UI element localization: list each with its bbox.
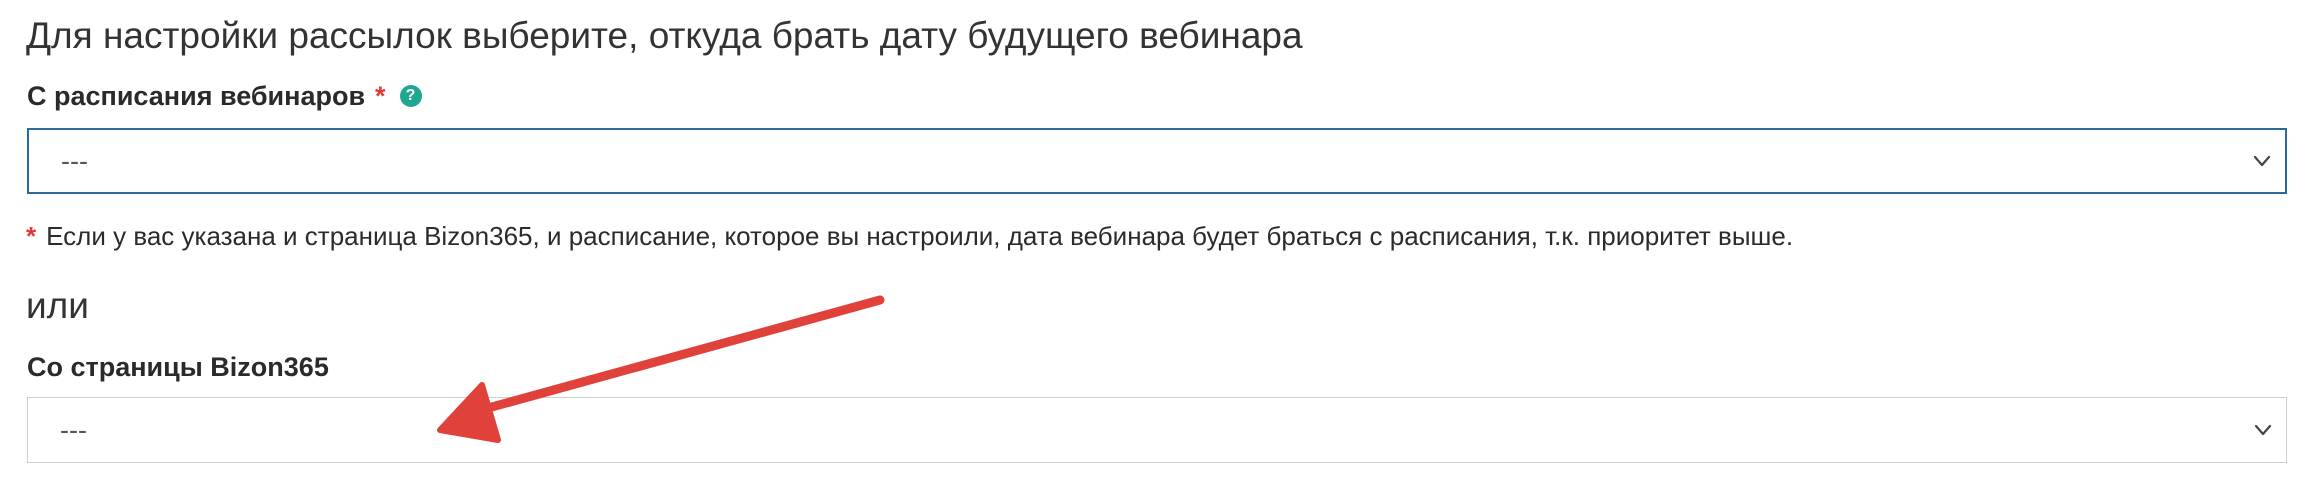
chevron-down-icon	[2254, 424, 2272, 436]
bizon-page-select[interactable]: ---	[27, 397, 2287, 463]
schedule-field-label: С расписания вебинаров * ?	[27, 78, 422, 114]
webinar-mailing-settings: Для настройки рассылок выберите, откуда …	[0, 0, 2316, 486]
schedule-select-value: ---	[61, 145, 88, 176]
required-marker: *	[375, 81, 386, 111]
page-label-text: Со страницы Bizon365	[27, 352, 329, 382]
priority-note: * Если у вас указана и страница Bizon365,…	[26, 218, 1793, 254]
question-circle-icon[interactable]: ?	[399, 85, 422, 107]
bizon-page-select-value: ---	[60, 414, 87, 445]
note-text: Если у вас указана и страница Bizon365, …	[46, 221, 1794, 251]
schedule-select[interactable]: ---	[27, 128, 2287, 194]
note-star: *	[26, 221, 37, 251]
schedule-label-text: С расписания вебинаров	[27, 81, 366, 111]
or-separator: или	[26, 285, 89, 326]
page-field-label: Со страницы Bizon365	[27, 349, 329, 385]
page-title: Для настройки рассылок выберите, откуда …	[26, 15, 1303, 56]
chevron-down-icon	[2253, 155, 2271, 167]
